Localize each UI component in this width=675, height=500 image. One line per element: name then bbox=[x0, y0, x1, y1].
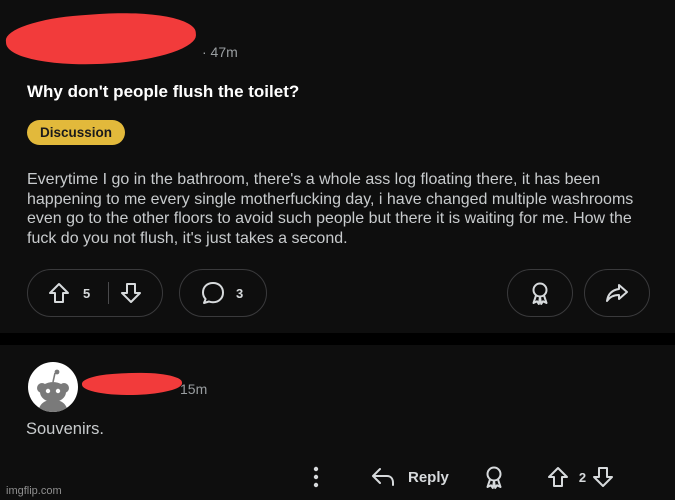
post-title[interactable]: Why don't people flush the toilet? bbox=[27, 82, 299, 102]
post-card: · 47m Why don't people flush the toilet?… bbox=[0, 0, 675, 333]
comment-text: Souvenirs. bbox=[26, 420, 104, 438]
flair-badge[interactable]: Discussion bbox=[27, 120, 126, 145]
redacted-username bbox=[4, 7, 198, 71]
vote-divider bbox=[108, 282, 110, 304]
comment-time: 15m bbox=[180, 381, 208, 397]
reply-label: Reply bbox=[408, 468, 449, 486]
watermark: imgflip.com bbox=[6, 485, 62, 497]
comment-downvote-icon[interactable] bbox=[591, 465, 615, 489]
share-icon bbox=[604, 280, 630, 306]
award-button[interactable] bbox=[507, 269, 573, 317]
comments-button[interactable]: 3 bbox=[179, 269, 267, 317]
reply-button[interactable]: Reply bbox=[370, 465, 449, 489]
vote-pill: 5 bbox=[27, 269, 163, 317]
more-dots-icon[interactable] bbox=[308, 464, 324, 490]
avatar[interactable] bbox=[28, 362, 78, 412]
snoo-avatar-icon bbox=[37, 369, 69, 412]
post-time: · 47m bbox=[202, 44, 238, 60]
comment-vote-count: 2 bbox=[578, 469, 587, 485]
comment-count: 3 bbox=[236, 285, 244, 301]
reply-arrow-icon bbox=[370, 465, 396, 489]
comment-bubble-icon bbox=[200, 280, 226, 306]
comment-award-icon[interactable] bbox=[481, 464, 507, 490]
downvote-icon[interactable] bbox=[119, 281, 143, 305]
comment-actions: Reply 2 bbox=[308, 462, 615, 492]
post-body: Everytime I go in the bathroom, there's … bbox=[27, 171, 634, 247]
upvote-icon[interactable] bbox=[47, 281, 71, 305]
vote-count: 5 bbox=[83, 285, 91, 301]
award-icon bbox=[527, 280, 553, 306]
comment-upvote-icon[interactable] bbox=[546, 465, 570, 489]
share-button[interactable] bbox=[584, 269, 650, 317]
